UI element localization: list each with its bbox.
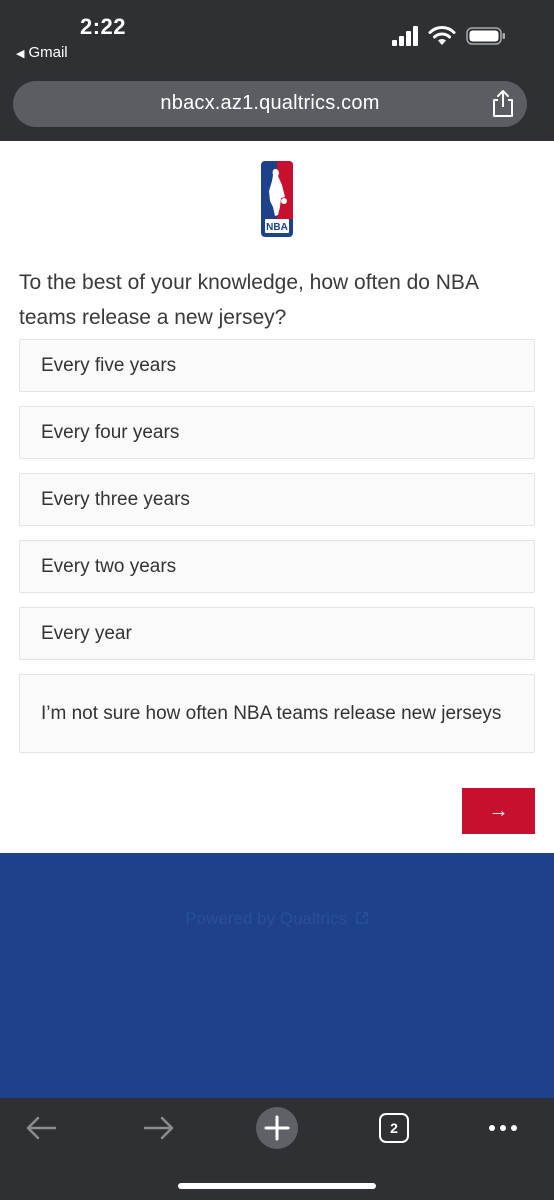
tab-count: 2 — [390, 1120, 398, 1136]
back-app-label: Gmail — [28, 44, 68, 61]
logo-text: NBA — [266, 222, 288, 233]
new-tab-button[interactable] — [253, 1106, 301, 1150]
browser-top-bar: 2:22 ◀ Gmail nbacx.az1.qualtrics.com — [0, 0, 554, 141]
powered-by-link[interactable]: Powered by Qualtrics — [0, 909, 554, 929]
option-every-two-years[interactable]: Every two years — [19, 540, 535, 593]
powered-by-text: Powered by Qualtrics — [185, 909, 347, 928]
forward-button[interactable] — [135, 1110, 183, 1146]
back-to-app-link[interactable]: ◀ Gmail — [16, 44, 68, 61]
share-icon[interactable] — [489, 89, 517, 119]
status-icons — [388, 24, 508, 50]
battery-icon — [466, 27, 505, 45]
back-button[interactable] — [17, 1110, 65, 1146]
tab-switcher-icon: 2 — [379, 1113, 409, 1143]
more-menu-button[interactable] — [479, 1110, 527, 1146]
forward-arrow-icon — [143, 1116, 174, 1140]
option-every-five-years[interactable]: Every five years — [19, 339, 535, 392]
option-label: Every year — [41, 622, 132, 644]
back-triangle-icon: ◀ — [16, 48, 25, 60]
option-every-year[interactable]: Every year — [19, 607, 535, 660]
question-text: To the best of your knowledge, how often… — [19, 271, 478, 329]
option-label: Every four years — [41, 421, 180, 443]
nba-logo: NBA — [261, 161, 293, 237]
back-arrow-icon — [26, 1116, 57, 1140]
status-time: 2:22 — [80, 14, 127, 39]
url-text[interactable]: nbacx.az1.qualtrics.com — [13, 92, 527, 115]
option-label: Every three years — [41, 488, 190, 510]
cellular-signal-icon — [392, 26, 418, 46]
more-menu-icon — [489, 1125, 517, 1131]
option-label: Every two years — [41, 555, 177, 577]
external-link-icon — [355, 911, 368, 924]
home-indicator[interactable] — [178, 1183, 376, 1189]
survey-page: NBA To the best of your knowledge, how o… — [0, 141, 554, 853]
new-tab-plus-icon — [256, 1107, 298, 1149]
tab-switcher-button[interactable]: 2 — [370, 1110, 418, 1146]
next-button[interactable]: → — [462, 788, 535, 834]
option-label: I’m not sure how often NBA teams release… — [41, 702, 502, 724]
survey-footer: Powered by Qualtrics — [0, 853, 554, 1098]
address-bar[interactable]: nbacx.az1.qualtrics.com — [13, 81, 527, 127]
option-not-sure[interactable]: I’m not sure how often NBA teams release… — [19, 674, 535, 753]
option-every-three-years[interactable]: Every three years — [19, 473, 535, 526]
wifi-icon — [428, 26, 456, 45]
option-every-four-years[interactable]: Every four years — [19, 406, 535, 459]
browser-bottom-toolbar: 2 — [0, 1098, 554, 1200]
option-label: Every five years — [41, 354, 177, 376]
